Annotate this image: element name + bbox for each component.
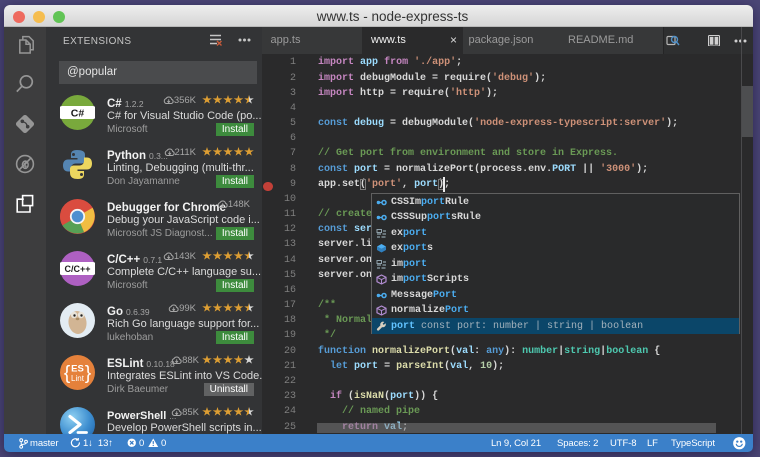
svg-text:}: } <box>85 363 91 384</box>
svg-text:{: { <box>64 363 71 384</box>
svg-text:C#: C# <box>71 108 85 120</box>
svg-text:C/C++: C/C++ <box>64 264 90 274</box>
svg-text:Lint: Lint <box>71 374 85 383</box>
svg-text:ES: ES <box>71 364 84 375</box>
